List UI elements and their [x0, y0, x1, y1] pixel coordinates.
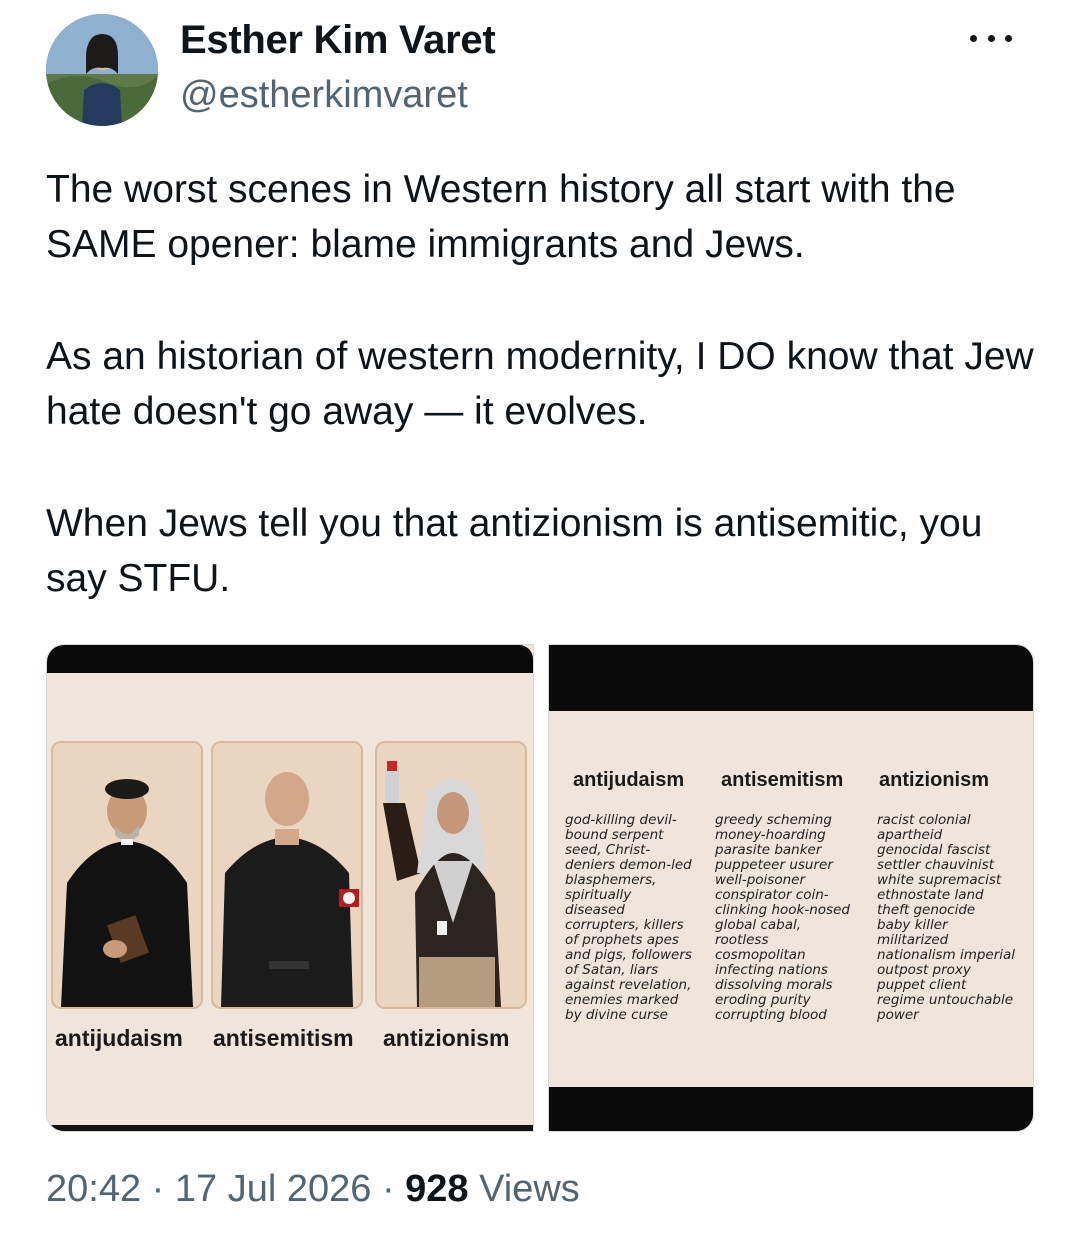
tweet-paragraph: As an historian of western modernity, I …	[46, 335, 1034, 433]
word-line: greedy scheming	[715, 812, 832, 828]
meta-separator: ·	[151, 1168, 165, 1210]
keffiyeh-figure	[377, 743, 525, 1007]
word-line: power	[877, 1007, 919, 1023]
word-line: of Satan, liars	[565, 962, 659, 978]
column-heading-antijudaism: antijudaism	[573, 769, 685, 791]
word-line: racist colonial	[877, 812, 971, 828]
word-line: deniers demon-led	[565, 857, 692, 873]
tweet-date[interactable]: 17 Jul 2026	[175, 1168, 372, 1210]
word-line: seed, Christ-	[565, 842, 651, 858]
avatar-photo	[46, 14, 158, 126]
views-label[interactable]: Views	[479, 1168, 580, 1210]
column-words-antijudaism: god-killing devil- bound serpent seed, C…	[565, 813, 715, 1023]
caption-antizionism: antizionism	[383, 1025, 510, 1051]
word-line: by divine curse	[565, 1007, 668, 1023]
word-line: against revelation,	[565, 977, 692, 993]
word-line: bound serpent	[565, 827, 664, 843]
word-line: blasphemers,	[565, 872, 657, 888]
word-line: global cabal,	[715, 917, 802, 933]
portrait-priest	[51, 741, 203, 1009]
display-name[interactable]: Esther Kim Varet	[180, 18, 496, 63]
views-count[interactable]: 928	[405, 1168, 468, 1210]
tweet-paragraph: The worst scenes in Western history all …	[46, 168, 956, 266]
image-letterbox-bottom	[549, 1087, 1033, 1131]
image-letterbox-top	[549, 645, 1033, 711]
image-letterbox-bottom	[47, 1125, 533, 1131]
priest-figure	[53, 743, 201, 1007]
handle[interactable]: @estherkimvaret	[180, 74, 468, 117]
media-image-word-table[interactable]: antijudaism antisemitism antizionism god…	[548, 644, 1034, 1132]
portrait-keffiyeh	[375, 741, 527, 1009]
word-line: diseased	[565, 902, 625, 918]
word-line: parasite banker	[715, 842, 822, 858]
word-line: corrupting blood	[715, 1007, 827, 1023]
column-heading-antisemitism: antisemitism	[721, 769, 844, 791]
word-line: puppeteer usurer	[715, 857, 833, 873]
dot-icon	[970, 34, 977, 42]
word-line: outpost proxy	[877, 962, 971, 978]
word-line: genocidal fascist	[877, 842, 991, 858]
skinhead-figure	[213, 743, 361, 1007]
word-line: ethnostate land	[877, 887, 984, 903]
media-image-portraits[interactable]: antijudaism antisemitism antizionism	[46, 644, 534, 1132]
word-line: nationalism imperial	[877, 947, 1016, 963]
column-words-antisemitism: greedy scheming money-hoarding parasite …	[715, 813, 865, 1023]
word-line: corrupters, killers	[565, 917, 684, 933]
tweet-paragraph: When Jews tell you that antizionism is a…	[46, 502, 983, 600]
caption-antisemitism: antisemitism	[213, 1025, 354, 1051]
meta-separator: ·	[381, 1168, 395, 1210]
column-heading-antizionism: antizionism	[879, 769, 990, 791]
portrait-skinhead	[211, 741, 363, 1009]
caption-antijudaism: antijudaism	[55, 1025, 183, 1051]
tweet-meta: 20:42 · 17 Jul 2026 · 928 Views	[46, 1168, 580, 1211]
column-words-antizionism: racist colonial apartheid genocidal fasc…	[877, 813, 1027, 1023]
image-letterbox-top	[47, 645, 533, 673]
dot-icon	[987, 34, 995, 42]
word-line: and pigs, followers	[565, 947, 692, 963]
tweet-time[interactable]: 20:42	[46, 1168, 141, 1210]
avatar[interactable]	[46, 14, 158, 126]
word-line: conspirator coin-	[715, 887, 829, 903]
word-line: of prophets apes	[565, 932, 679, 948]
word-line: god-killing devil-	[565, 812, 677, 828]
word-line: enemies marked	[565, 992, 679, 1008]
word-line: theft genocide	[877, 902, 976, 918]
word-line: well-poisoner	[715, 872, 806, 888]
word-line: settler chauvinist	[877, 857, 995, 873]
word-line: eroding purity	[715, 992, 811, 1008]
word-line: clinking hook-nosed	[715, 902, 850, 918]
word-line: white supremacist	[877, 872, 1002, 888]
word-line: militarized	[877, 932, 949, 948]
word-line: dissolving morals	[715, 977, 833, 993]
word-line: puppet client	[877, 977, 967, 993]
word-line: spiritually	[565, 887, 632, 903]
tweet-text: The worst scenes in Western history all …	[46, 162, 1046, 663]
word-line: baby killer	[877, 917, 948, 933]
word-line: cosmopolitan	[715, 947, 806, 963]
dot-icon	[1005, 34, 1012, 42]
more-options-icon[interactable]	[966, 28, 1016, 48]
word-line: rootless	[715, 932, 769, 948]
word-line: regime untouchable	[877, 992, 1014, 1008]
tweet-media: antijudaism antisemitism antizionism ant…	[46, 644, 1034, 1132]
word-line: money-hoarding	[715, 827, 826, 843]
word-line: apartheid	[877, 827, 943, 843]
word-line: infecting nations	[715, 962, 828, 978]
